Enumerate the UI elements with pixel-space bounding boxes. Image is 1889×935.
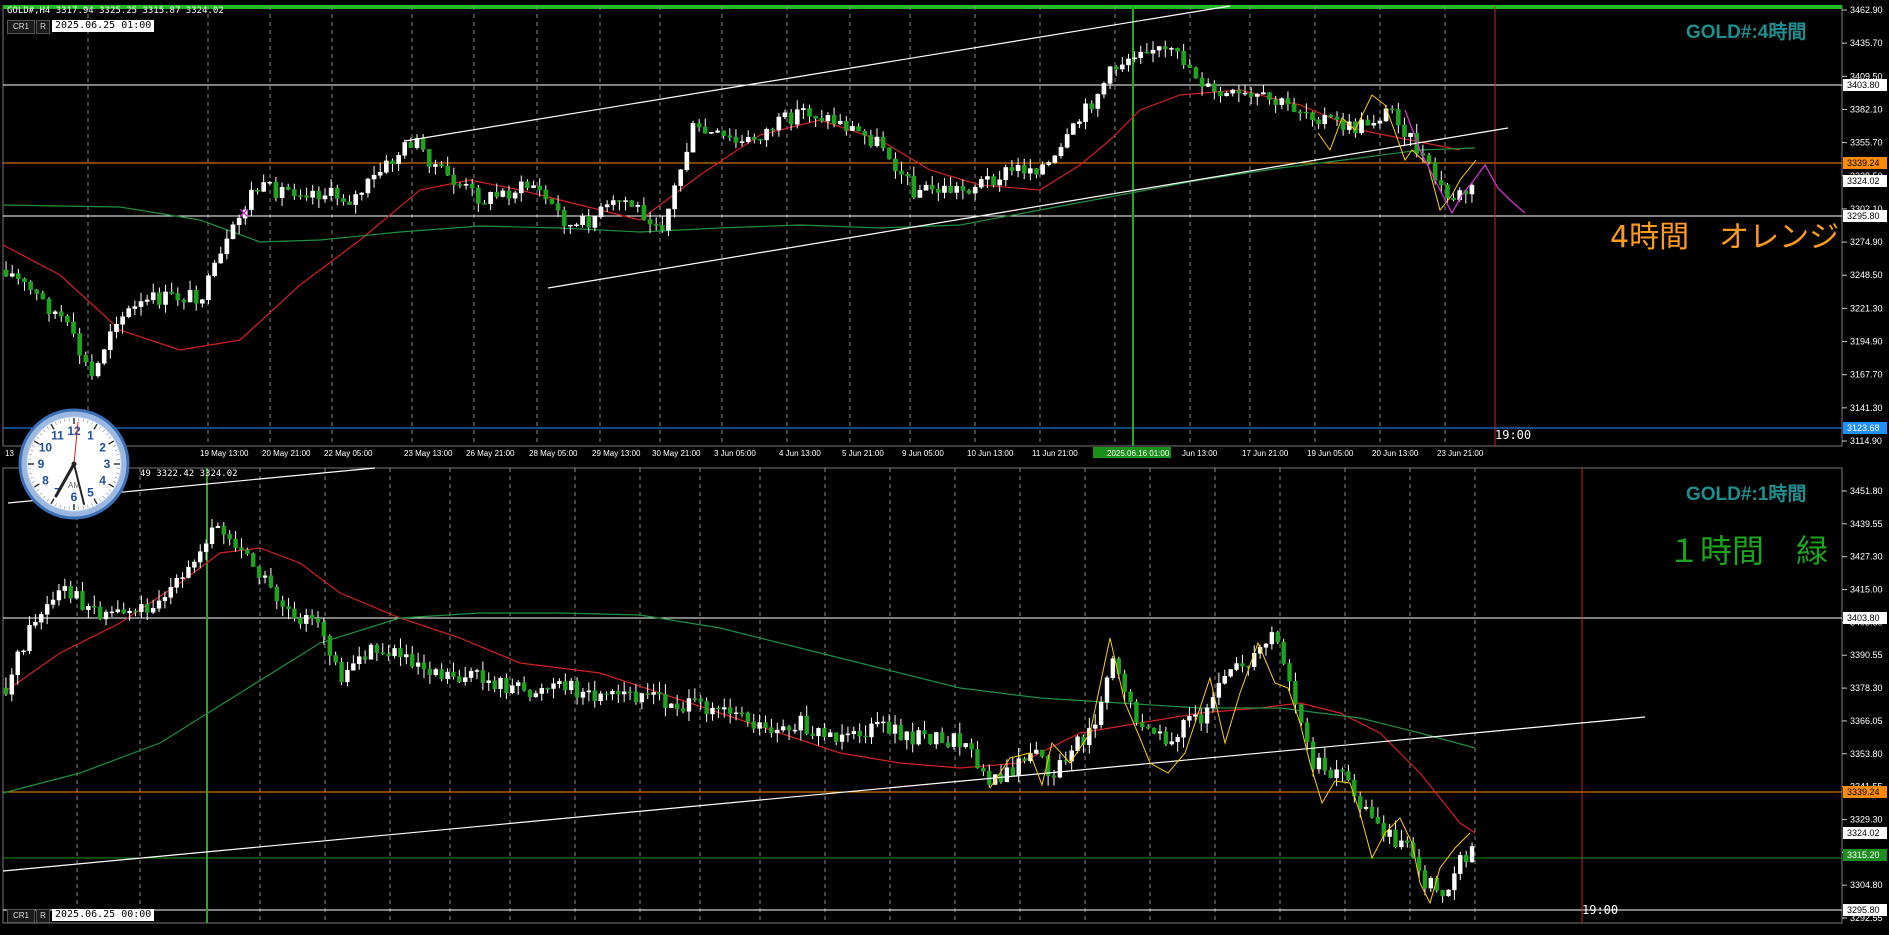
cr1-button[interactable]: CR1 [7, 909, 35, 923]
price-label: 3274.90 [1850, 237, 1883, 247]
datetime-box[interactable]: 2025.06.25 00:00 [52, 909, 154, 921]
time-label: 9 Jun 05:00 [902, 449, 944, 458]
chart-h4[interactable]: ✕ 3462.903435.703409.503382.103355.70332… [0, 0, 1889, 463]
time-label: 23 Jun 21:00 [1437, 449, 1484, 458]
price-label: 3353.80 [1850, 749, 1883, 759]
price-label: 3355.70 [1850, 138, 1883, 148]
chart-h1[interactable]: 3451.80 3439.55 3427.30 3415.00 3403.80 3390.… [0, 463, 1889, 930]
cross-marker: ✕ [238, 206, 250, 222]
clock-face: 121234567891011 AM [18, 408, 130, 520]
r-button[interactable]: R [36, 909, 50, 923]
price-tag-label: 3123.68 [1847, 423, 1880, 433]
price-label: 3114.90 [1850, 436, 1882, 446]
time-label: 19 Jun 05:00 [1307, 449, 1354, 458]
chart-header: 49 3322.42 3324.02 [140, 469, 238, 479]
time-label: 2025.06.16 01:00 [1107, 449, 1170, 458]
clock-widget[interactable]: 121234567891011 AM [18, 408, 130, 520]
price-label: 3462.90 [1850, 5, 1883, 15]
price-tag-label: 3315.20 [1847, 850, 1880, 860]
time-label: 23 May 13:00 [404, 449, 453, 458]
price-axis: 3462.903435.703409.503382.103355.703328.… [1842, 5, 1883, 446]
symbol-title: GOLD#:4時間 [1686, 17, 1806, 44]
chart-h1-canvas[interactable]: 3451.80 3439.55 3427.30 3415.00 3403.80 3390.… [0, 463, 1889, 930]
time-label: 29 May 13:00 [592, 449, 641, 458]
timeframe-note: 4時間 オレンジ [1610, 212, 1839, 256]
clock-number: 2 [99, 441, 106, 455]
ma-red [3, 90, 1460, 350]
clock-number: 5 [87, 486, 94, 500]
clock-number: 12 [67, 424, 81, 438]
clock-number: 1 [87, 428, 94, 442]
price-tag-label: 3295.80 [1847, 211, 1880, 221]
time-label: 30 May 21:00 [652, 449, 701, 458]
price-tag-label: 3295.80 [1847, 905, 1880, 915]
clock-number: 3 [104, 457, 111, 471]
time-label: 10 Jun 13:00 [967, 449, 1014, 458]
time-marker: 19:00 [1495, 428, 1531, 442]
vertical-grid [77, 468, 1475, 923]
price-label: 3415.00 [1850, 585, 1883, 595]
price-tag-label: 3403.80 [1847, 80, 1880, 90]
ma-red [3, 548, 1475, 833]
time-label: 13 [5, 449, 14, 458]
cr1-button[interactable]: CR1 [7, 20, 35, 34]
time-label: 17 Jun 21:00 [1242, 449, 1289, 458]
time-label: 20 Jun 13:00 [1372, 449, 1419, 458]
time-label: 19 May 13:00 [200, 449, 249, 458]
clock-number: 9 [38, 457, 45, 471]
timeframe-note: １時間 緑 [1668, 526, 1828, 572]
time-label: 11 Jun 21:00 [1032, 449, 1078, 458]
price-tag-label: 3324.02 [1847, 176, 1880, 186]
price-label: 3221.30 [1850, 303, 1883, 313]
price-label: 3304.80 [1850, 880, 1883, 890]
datetime-box[interactable]: 2025.06.25 01:00 [52, 20, 154, 32]
time-label: Jun 13:00 [1182, 449, 1218, 458]
clock-number: 10 [39, 441, 53, 455]
time-axis: 136 May 05:0019 May 13:0020 May 21:0022 … [5, 447, 1484, 458]
time-label: 3 Jun 05:00 [714, 449, 756, 458]
price-tag-label: 3324.02 [1847, 828, 1880, 838]
price-label: 3378.30 [1850, 683, 1883, 693]
time-label: 20 May 21:00 [262, 449, 311, 458]
time-label: 4 Jun 13:00 [779, 449, 821, 458]
price-tag-label: 3403.80 [1847, 613, 1880, 623]
clock-number: 8 [42, 474, 49, 488]
price-label: 3439.55 [1850, 519, 1883, 529]
price-tags: 3403.80 3339.24 3324.02 3295.80 3123.68 [1843, 79, 1887, 434]
price-label: 3194.90 [1850, 337, 1883, 347]
time-label: 28 May 05:00 [529, 449, 578, 458]
symbol-title: GOLD#:1時間 [1686, 479, 1806, 506]
price-label: 3382.10 [1850, 104, 1883, 114]
time-label: 22 May 05:00 [324, 449, 373, 458]
top-green-bar [3, 5, 1842, 9]
clock-number: 4 [99, 474, 106, 488]
time-marker: 19:00 [1582, 903, 1618, 917]
price-label: 3167.70 [1850, 370, 1883, 380]
r-button[interactable]: R [36, 20, 50, 34]
price-label: 3451.80 [1850, 486, 1883, 496]
price-label: 3329.30 [1850, 814, 1883, 824]
price-label: 3141.30 [1850, 403, 1883, 413]
plot-frame [3, 468, 1842, 923]
time-label: 26 May 21:00 [466, 449, 515, 458]
price-label: 3435.70 [1850, 38, 1883, 48]
chart-h4-canvas[interactable]: ✕ 3462.903435.703409.503382.103355.70332… [0, 0, 1889, 463]
ma-green [3, 613, 1475, 793]
price-tag-label: 3339.24 [1847, 158, 1880, 168]
ma-green [3, 148, 1475, 242]
price-label: 3427.30 [1850, 552, 1883, 562]
chart-header: GOLD#,H4 3317.94 3325.25 3315.87 3324.02 [7, 6, 224, 16]
time-label: 5 Jun 21:00 [842, 449, 884, 458]
candlesticks [4, 41, 1474, 380]
price-label: 3248.50 [1850, 270, 1883, 280]
price-label: 3366.05 [1850, 716, 1883, 726]
clock-number: 6 [71, 490, 78, 504]
price-tag-label: 3339.24 [1847, 787, 1880, 797]
clock-number: 11 [51, 428, 64, 442]
price-label: 3390.55 [1850, 650, 1883, 660]
candlesticks [4, 519, 1474, 903]
